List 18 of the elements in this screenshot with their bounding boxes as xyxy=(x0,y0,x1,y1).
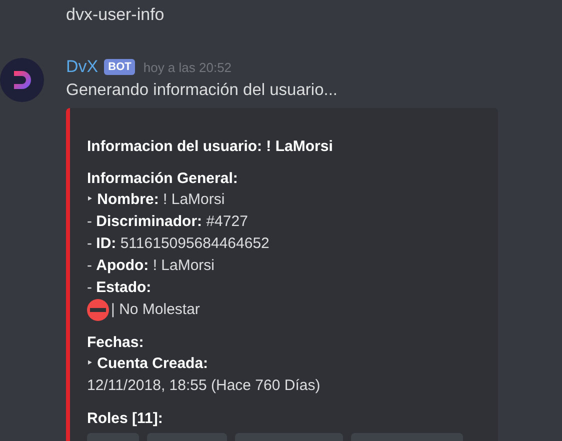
field-line: - Apodo: ! LaMorsi xyxy=(87,256,216,276)
status-text: | No Molestar xyxy=(111,300,200,320)
author-name[interactable]: DvX xyxy=(66,57,98,77)
message-text: Generando información del usuario... xyxy=(66,80,338,101)
field-line: ‣ Cuenta Creada: xyxy=(87,354,210,374)
channel-name: dvx-user-info xyxy=(65,4,166,26)
section-heading: Fechas: xyxy=(87,333,145,353)
field-line: - Estado: xyxy=(87,278,152,298)
field-line: ‣ Nombre: ! LaMorsi xyxy=(87,190,226,210)
field-line: 12/11/2018, 18:55 (Hace 760 Días) xyxy=(87,376,322,396)
field-line: - Discriminador: #4727 xyxy=(87,212,249,232)
section-heading: Información General: xyxy=(87,169,239,189)
section-heading: Roles [11]: xyxy=(87,409,164,429)
bot-badge: BOT xyxy=(104,59,136,75)
timestamp: hoy a las 20:52 xyxy=(143,60,232,74)
embed-title: Informacion del usuario: ! LaMorsi xyxy=(87,137,334,157)
field-line: - ID: 511615095684464652 xyxy=(87,234,270,254)
avatar[interactable] xyxy=(0,58,44,102)
